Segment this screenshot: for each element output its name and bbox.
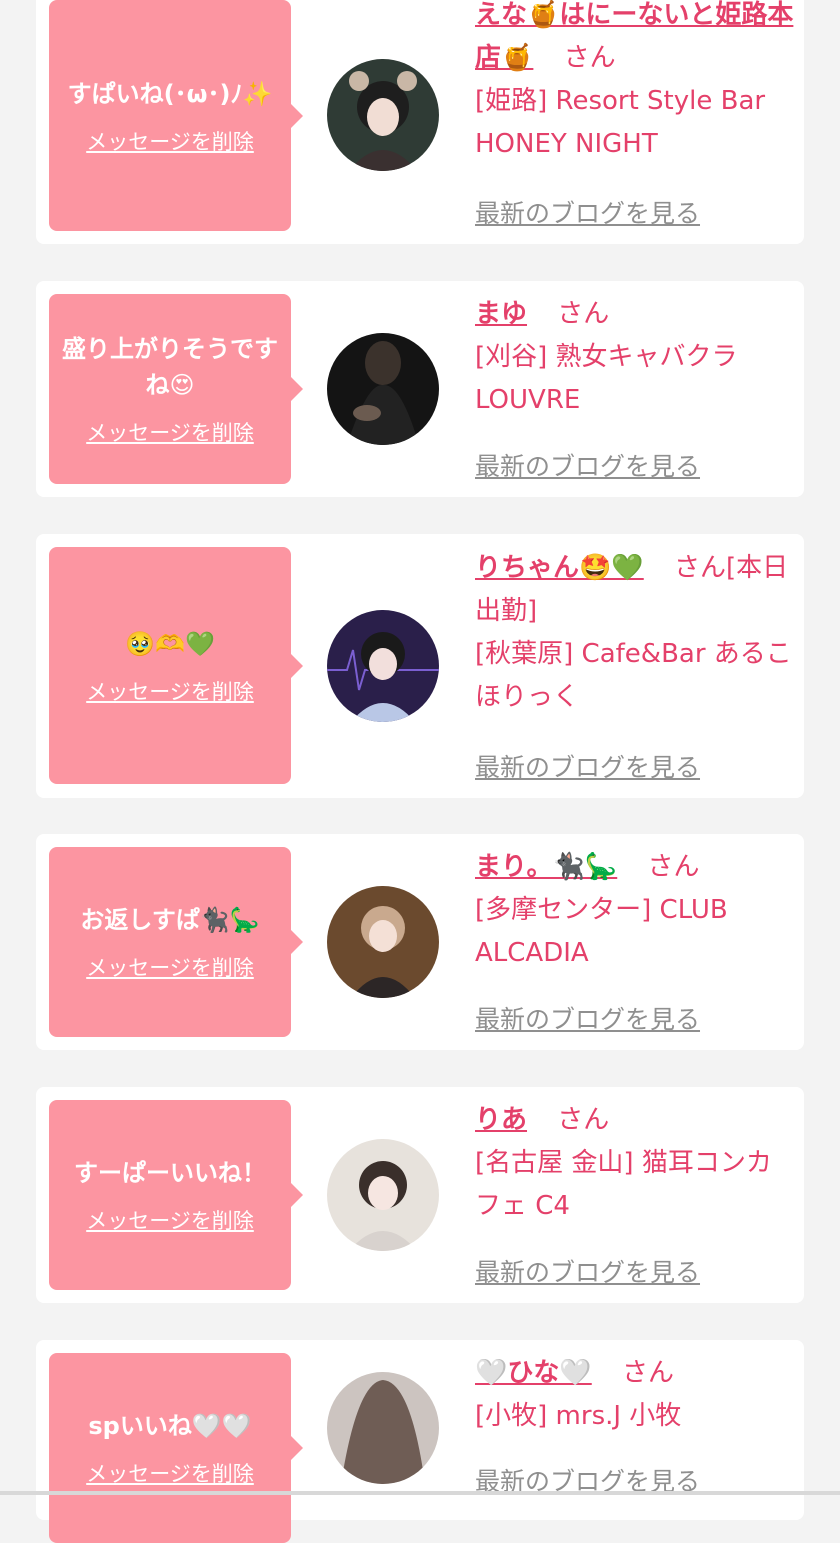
message-text: spいいね🤍🤍 bbox=[88, 1412, 252, 1440]
avatar-photo bbox=[327, 610, 439, 722]
cast-info: まり。🐈‍⬛🦕 さん [多摩センター] CLUB ALCADIA bbox=[475, 846, 795, 975]
honorific: さん bbox=[647, 852, 700, 882]
avatar-photo bbox=[327, 1372, 439, 1484]
cast-name-link[interactable]: えな🍯はにーないと姫路本店🍯 bbox=[475, 0, 793, 73]
avatar[interactable] bbox=[327, 886, 439, 998]
message-bubble: 盛り上がりそうですね😍 メッセージを削除 bbox=[49, 294, 303, 484]
avatar-photo bbox=[327, 59, 439, 171]
message-bubble: すーぱーいいね！ メッセージを削除 bbox=[49, 1100, 303, 1290]
avatar[interactable] bbox=[327, 333, 439, 445]
honorific: さん bbox=[622, 1358, 675, 1388]
honorific: さん bbox=[563, 43, 616, 73]
cast-info: りあ さん [名古屋 金山] 猫耳コンカフェ C4 bbox=[475, 1099, 795, 1228]
latest-blog-link[interactable]: 最新のブログを見る bbox=[475, 1000, 700, 1036]
message-bubble: すぱいね(･ω･)ﾉ✨ メッセージを削除 bbox=[49, 0, 303, 231]
avatar-photo bbox=[327, 333, 439, 445]
avatar[interactable] bbox=[327, 610, 439, 722]
message-text: 🥹🫶💚 bbox=[125, 629, 215, 658]
avatar[interactable] bbox=[327, 59, 439, 171]
latest-blog-link[interactable]: 最新のブログを見る bbox=[475, 194, 700, 230]
shop-name: [姫路] Resort Style Bar HONEY NIGHT bbox=[475, 86, 766, 159]
cast-info: 🤍ひな🤍 さん [小牧] mrs.J 小牧 bbox=[475, 1352, 795, 1438]
message-bubble: お返しすぱ🐈‍⬛🦕 メッセージを削除 bbox=[49, 847, 303, 1037]
message-text: 盛り上がりそうですね😍 bbox=[62, 335, 278, 399]
delete-message-link[interactable]: メッセージを削除 bbox=[86, 417, 254, 447]
latest-blog-link[interactable]: 最新のブログを見る bbox=[475, 447, 700, 483]
message-card: 🥹🫶💚 メッセージを削除 りちゃん🤩💚 さん[本日出勤] [秋葉原] Cafe&… bbox=[36, 534, 804, 798]
shop-name: [刈谷] 熟女キャバクラ LOUVRE bbox=[475, 342, 738, 415]
cast-info: りちゃん🤩💚 さん[本日出勤] [秋葉原] Cafe&Bar あるこほりっく bbox=[475, 547, 795, 719]
delete-message-link[interactable]: メッセージを削除 bbox=[86, 1205, 254, 1235]
avatar-photo bbox=[327, 886, 439, 998]
avatar[interactable] bbox=[327, 1139, 439, 1251]
delete-message-link[interactable]: メッセージを削除 bbox=[86, 126, 254, 156]
message-bubble: 🥹🫶💚 メッセージを削除 bbox=[49, 547, 303, 784]
cast-name-link[interactable]: りあ bbox=[475, 1105, 527, 1135]
latest-blog-link[interactable]: 最新のブログを見る bbox=[475, 1253, 700, 1289]
delete-message-link[interactable]: メッセージを削除 bbox=[86, 676, 254, 706]
cast-info: まゆ さん [刈谷] 熟女キャバクラ LOUVRE bbox=[475, 293, 795, 422]
delete-message-link[interactable]: メッセージを削除 bbox=[86, 952, 254, 982]
shop-name: [多摩センター] CLUB ALCADIA bbox=[475, 895, 728, 968]
cast-info: えな🍯はにーないと姫路本店🍯 さん [姫路] Resort Style Bar … bbox=[475, 0, 795, 166]
honorific: さん bbox=[557, 299, 610, 329]
message-card: 盛り上がりそうですね😍 メッセージを削除 まゆ さん [刈谷] 熟女キャバクラ … bbox=[36, 281, 804, 497]
message-card: すぱいね(･ω･)ﾉ✨ メッセージを削除 えな🍯はにーないと姫路本店🍯 さん [… bbox=[36, 0, 804, 244]
shop-name: [名古屋 金山] 猫耳コンカフェ C4 bbox=[475, 1148, 772, 1221]
cast-name-link[interactable]: 🤍ひな🤍 bbox=[475, 1358, 592, 1388]
avatar[interactable] bbox=[327, 1372, 439, 1484]
message-text: すぱいね(･ω･)ﾉ✨ bbox=[67, 79, 273, 108]
latest-blog-link[interactable]: 最新のブログを見る bbox=[475, 748, 700, 784]
delete-message-link[interactable]: メッセージを削除 bbox=[86, 1458, 254, 1488]
message-text: お返しすぱ🐈‍⬛🦕 bbox=[80, 906, 260, 934]
shop-name: [秋葉原] Cafe&Bar あるこほりっく bbox=[475, 639, 792, 712]
honorific: さん bbox=[557, 1105, 610, 1135]
cast-name-link[interactable]: まり。🐈‍⬛🦕 bbox=[475, 852, 617, 882]
cast-name-link[interactable]: まゆ bbox=[475, 299, 527, 329]
cast-name-link[interactable]: りちゃん🤩💚 bbox=[475, 553, 644, 583]
message-card: お返しすぱ🐈‍⬛🦕 メッセージを削除 まり。🐈‍⬛🦕 さん [多摩センター] C… bbox=[36, 834, 804, 1050]
bottom-edge bbox=[0, 1491, 840, 1495]
message-bubble: spいいね🤍🤍 メッセージを削除 bbox=[49, 1353, 303, 1543]
shop-name: [小牧] mrs.J 小牧 bbox=[475, 1401, 682, 1431]
message-text: すーぱーいいね！ bbox=[74, 1159, 266, 1187]
message-card: すーぱーいいね！ メッセージを削除 りあ さん [名古屋 金山] 猫耳コンカフェ… bbox=[36, 1087, 804, 1303]
avatar-photo bbox=[327, 1139, 439, 1251]
